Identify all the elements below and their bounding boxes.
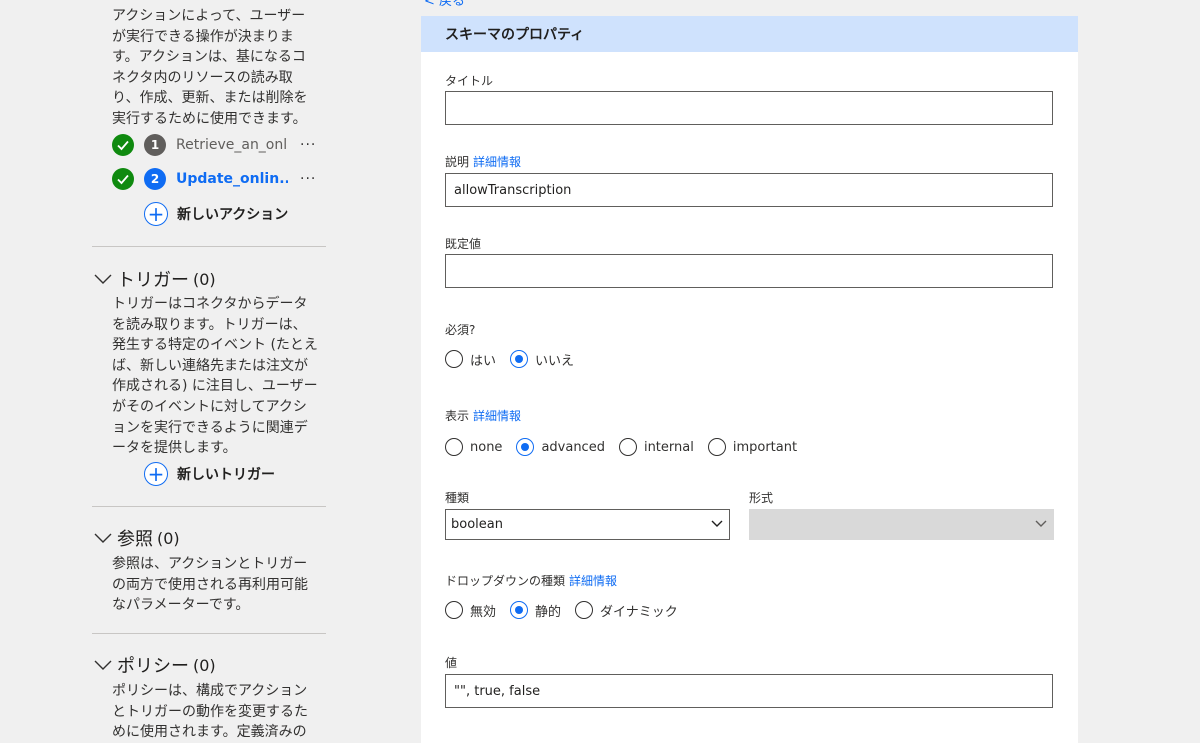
left-panel: アクションによって、ユーザー が実行できる操作が決まりま す。アクションは、基に… — [92, 0, 326, 743]
required-yes-radio[interactable]: はい — [445, 350, 496, 369]
visibility-advanced-radio[interactable]: advanced — [516, 438, 605, 456]
dropdown-static-radio[interactable]: 静的 — [510, 601, 561, 620]
visibility-internal-radio[interactable]: internal — [618, 438, 694, 456]
radio-circle[interactable] — [445, 601, 463, 619]
radio-circle[interactable] — [707, 438, 726, 456]
description-input[interactable]: allowTranscription — [445, 173, 1053, 207]
required-radio-group: はい いいえ — [445, 348, 588, 370]
visibility-label: 表示 — [445, 409, 470, 423]
action-item-update[interactable]: 2 Update_onlin... ··· — [112, 166, 332, 192]
plus-icon: + — [144, 462, 168, 486]
radio-circle-selected[interactable] — [516, 438, 535, 456]
radio-circle[interactable] — [445, 350, 463, 368]
section-count: (0) — [157, 528, 180, 548]
visibility-important-radio[interactable]: important — [707, 438, 797, 456]
schema-properties-panel: スキーマのプロパティ タイトル 説明 詳細情報 allowTranscriptio… — [421, 16, 1078, 743]
new-action-label: 新しいアクション — [177, 207, 289, 223]
action-name[interactable]: Retrieve_an_onl... — [176, 137, 288, 153]
format-select[interactable] — [749, 509, 1054, 540]
values-label: 値 — [445, 656, 458, 670]
policies-section-toggle[interactable]: ポリシー (0) — [92, 652, 216, 678]
radio-circle-selected[interactable] — [510, 601, 529, 619]
type-select-value: boolean — [451, 517, 503, 532]
divider — [92, 246, 326, 247]
dropdown-dynamic-radio[interactable]: ダイナミック — [575, 601, 678, 620]
step-number-badge: 2 — [144, 168, 166, 190]
required-no-radio[interactable]: いいえ — [510, 350, 574, 369]
new-trigger-label: 新しいトリガー — [177, 467, 275, 483]
more-options-icon[interactable]: ··· — [300, 137, 316, 153]
policies-description: ポリシーは、構成でアクション とトリガーの動作を変更するた めに使用されます。定… — [112, 683, 308, 741]
values-input[interactable]: "", true, false — [445, 674, 1053, 708]
description-label-row: 説明 詳細情報 — [445, 153, 521, 170]
check-icon — [112, 134, 134, 156]
section-count: (0) — [193, 655, 216, 675]
chevron-down-icon — [1035, 520, 1047, 527]
radio-circle[interactable] — [445, 438, 463, 456]
section-title: ポリシー — [117, 656, 189, 677]
new-trigger-button[interactable]: + 新しいトリガー — [144, 461, 275, 487]
section-title: トリガー — [117, 270, 189, 291]
chevron-down-icon — [711, 520, 723, 527]
panel-title: スキーマのプロパティ — [445, 27, 585, 43]
type-label: 種類 — [445, 491, 470, 505]
references-section-toggle[interactable]: 参照 (0) — [92, 525, 180, 551]
references-description: 参照は、アクションとトリガー の両方で使用される再利用可能 なパラメーターです。 — [112, 556, 308, 614]
title-input[interactable] — [445, 91, 1053, 125]
default-value-label: 既定値 — [445, 237, 482, 251]
description-learn-more-link[interactable]: 詳細情報 — [473, 155, 521, 169]
chevron-down-icon — [94, 533, 112, 543]
dropdown-type-radio-group: 無効 静的 ダイナミック — [445, 599, 692, 621]
back-link[interactable]: < 戻る — [424, 0, 465, 9]
dropdown-type-label: ドロップダウンの種類 — [445, 574, 566, 588]
required-label: 必須? — [445, 323, 476, 337]
divider — [92, 633, 326, 634]
dropdown-learn-more-link[interactable]: 詳細情報 — [569, 574, 617, 588]
chevron-down-icon — [94, 660, 112, 670]
plus-icon: + — [144, 202, 168, 226]
description-label: 説明 — [445, 155, 470, 169]
dropdown-none-radio[interactable]: 無効 — [445, 601, 496, 620]
type-select[interactable]: boolean — [445, 509, 730, 540]
chevron-down-icon — [94, 274, 112, 284]
triggers-description: トリガーはコネクタからデータ を読み取ります。トリガーは、 発生する特定のイベン… — [112, 296, 318, 457]
more-options-icon[interactable]: ··· — [300, 171, 316, 187]
visibility-label-row: 表示 詳細情報 — [445, 407, 521, 424]
section-title: 参照 — [117, 529, 153, 550]
divider — [92, 506, 326, 507]
panel-header: スキーマのプロパティ — [421, 16, 1078, 52]
radio-circle[interactable] — [618, 438, 637, 456]
triggers-section-toggle[interactable]: トリガー (0) — [92, 266, 216, 292]
action-name[interactable]: Update_onlin... — [176, 171, 288, 187]
radio-circle-selected[interactable] — [510, 350, 529, 368]
format-label: 形式 — [749, 491, 774, 505]
visibility-radio-group: none advanced internal important — [445, 436, 811, 458]
default-value-input[interactable] — [445, 254, 1053, 288]
visibility-learn-more-link[interactable]: 詳細情報 — [473, 409, 521, 423]
visibility-none-radio[interactable]: none — [445, 438, 502, 456]
title-label: タイトル — [445, 74, 494, 88]
radio-circle[interactable] — [575, 601, 594, 619]
actions-description: アクションによって、ユーザー が実行できる操作が決まりま す。アクションは、基に… — [112, 8, 308, 127]
new-action-button[interactable]: + 新しいアクション — [144, 201, 288, 227]
action-item-retrieve[interactable]: 1 Retrieve_an_onl... ··· — [112, 132, 332, 158]
step-number-badge: 1 — [144, 134, 166, 156]
check-icon — [112, 168, 134, 190]
dropdown-type-label-row: ドロップダウンの種類 詳細情報 — [445, 572, 617, 589]
section-count: (0) — [193, 269, 216, 289]
